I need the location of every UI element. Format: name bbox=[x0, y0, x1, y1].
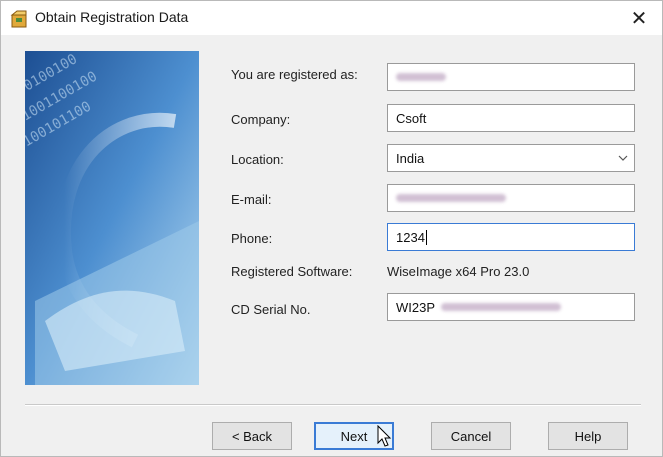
title-bar: Obtain Registration Data ✕ bbox=[1, 1, 662, 35]
company-field[interactable]: Csoft bbox=[387, 104, 635, 132]
wizard-side-image: 0100100 1001100100 0100101100 bbox=[25, 51, 199, 385]
email-label: E-mail: bbox=[231, 192, 272, 207]
cancel-button[interactable]: Cancel bbox=[431, 422, 511, 450]
keyboard-hand-illustration: 0100100 1001100100 0100101100 bbox=[25, 51, 199, 385]
chevron-down-icon bbox=[618, 155, 628, 161]
email-field[interactable] bbox=[387, 184, 635, 212]
company-value: Csoft bbox=[396, 110, 427, 126]
help-button[interactable]: Help bbox=[548, 422, 628, 450]
location-label: Location: bbox=[231, 152, 284, 167]
close-icon: ✕ bbox=[630, 7, 648, 30]
phone-field[interactable]: 1234 bbox=[387, 223, 635, 251]
phone-label: Phone: bbox=[231, 231, 273, 246]
button-separator bbox=[25, 404, 641, 406]
serial-value: WI23P bbox=[396, 299, 436, 315]
serial-label: CD Serial No. bbox=[231, 302, 311, 317]
back-button[interactable]: < Back bbox=[212, 422, 292, 450]
blurred-email-value bbox=[396, 194, 506, 202]
company-label: Company: bbox=[231, 112, 291, 127]
serial-field[interactable]: WI23P bbox=[387, 293, 635, 321]
mouse-pointer-icon bbox=[377, 425, 392, 447]
registered-software-label: Registered Software: bbox=[231, 264, 353, 279]
text-caret bbox=[425, 229, 427, 245]
setup-box-icon bbox=[10, 10, 27, 28]
location-select[interactable]: India bbox=[387, 144, 635, 172]
close-button[interactable]: ✕ bbox=[616, 1, 662, 35]
registration-dialog: Obtain Registration Data ✕ 0100100 10011… bbox=[0, 0, 663, 457]
window-title: Obtain Registration Data bbox=[35, 9, 189, 25]
location-value: India bbox=[396, 150, 425, 166]
registered-as-label: You are registered as: bbox=[231, 67, 358, 82]
blurred-name-value bbox=[396, 73, 446, 81]
blurred-serial-suffix bbox=[441, 303, 562, 311]
phone-value: 1234 bbox=[396, 229, 425, 245]
registered-software-value: WiseImage x64 Pro 23.0 bbox=[387, 264, 530, 279]
registered-as-field[interactable] bbox=[387, 63, 635, 91]
